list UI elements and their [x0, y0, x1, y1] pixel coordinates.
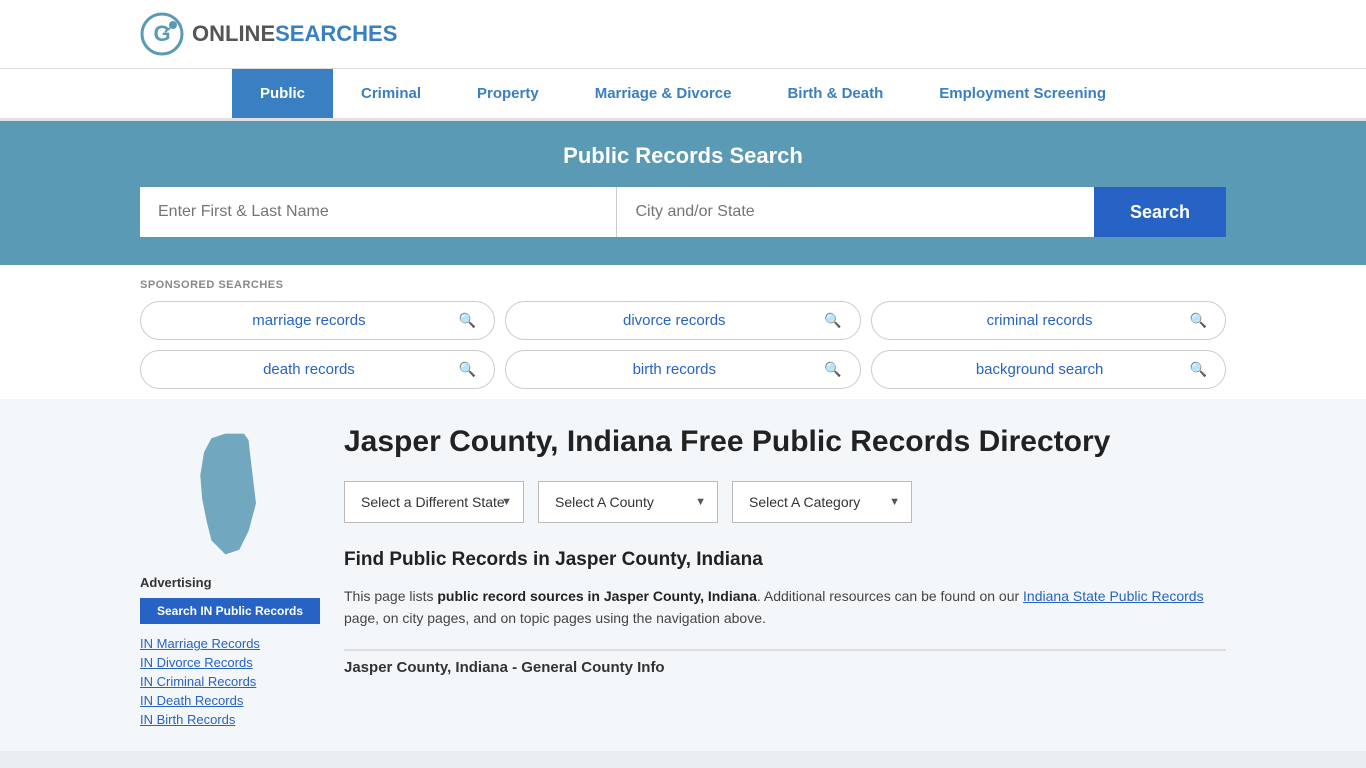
search-bar: Search [140, 187, 1226, 237]
find-title: Find Public Records in Jasper County, In… [344, 549, 1226, 571]
nav-marriage-divorce[interactable]: Marriage & Divorce [567, 69, 760, 118]
description-text: This page lists public record sources in… [344, 585, 1226, 630]
site-header: G ONLINESEARCHES [0, 0, 1366, 69]
logo-icon: G [140, 12, 184, 56]
indiana-link[interactable]: Indiana State Public Records [1023, 588, 1204, 604]
nav-birth-death[interactable]: Birth & Death [759, 69, 911, 118]
hero-section: Public Records Search Search [0, 121, 1366, 265]
sidebar-link-birth[interactable]: IN Birth Records [140, 712, 320, 727]
sidebar-link-death[interactable]: IN Death Records [140, 693, 320, 708]
main-content: Advertising Search IN Public Records IN … [0, 399, 1366, 751]
search-icon-2: 🔍 [824, 312, 841, 329]
search-button[interactable]: Search [1094, 187, 1226, 237]
content-panel: Jasper County, Indiana Free Public Recor… [344, 399, 1226, 751]
svg-text:G: G [153, 21, 170, 46]
logo[interactable]: G ONLINESEARCHES [140, 12, 397, 56]
sponsored-item-marriage[interactable]: marriage records 🔍 [140, 301, 495, 340]
category-select-wrapper: Select A Category [732, 481, 912, 523]
main-nav: Public Criminal Property Marriage & Divo… [0, 69, 1366, 121]
state-select-wrapper: Select a Different State [344, 481, 524, 523]
name-input[interactable] [140, 187, 617, 237]
nav-public[interactable]: Public [232, 69, 333, 118]
logo-text: ONLINESEARCHES [192, 21, 397, 47]
sidebar-link-criminal[interactable]: IN Criminal Records [140, 674, 320, 689]
sidebar-link-divorce[interactable]: IN Divorce Records [140, 655, 320, 670]
sponsored-item-divorce[interactable]: divorce records 🔍 [505, 301, 860, 340]
sponsored-section: SPONSORED SEARCHES marriage records 🔍 di… [0, 265, 1366, 399]
sidebar-link-marriage[interactable]: IN Marriage Records [140, 636, 320, 651]
search-icon-5: 🔍 [824, 361, 841, 378]
search-icon-1: 🔍 [459, 312, 476, 329]
search-icon-3: 🔍 [1190, 312, 1207, 329]
state-select[interactable]: Select a Different State [344, 481, 524, 523]
page-title: Jasper County, Indiana Free Public Recor… [344, 423, 1226, 461]
ad-label: Advertising [140, 575, 320, 590]
hero-title: Public Records Search [140, 143, 1226, 169]
section-divider: Jasper County, Indiana - General County … [344, 649, 1226, 677]
county-select-wrapper: Select A County [538, 481, 718, 523]
sponsored-item-death[interactable]: death records 🔍 [140, 350, 495, 389]
section-heading: Jasper County, Indiana - General County … [344, 659, 665, 676]
sponsored-grid: marriage records 🔍 divorce records 🔍 cri… [140, 301, 1226, 389]
search-icon-6: 🔍 [1190, 361, 1207, 378]
nav-criminal[interactable]: Criminal [333, 69, 449, 118]
ad-button[interactable]: Search IN Public Records [140, 598, 320, 624]
state-map-indiana [170, 429, 290, 559]
location-input[interactable] [617, 187, 1093, 237]
category-select[interactable]: Select A Category [732, 481, 912, 523]
nav-employment[interactable]: Employment Screening [911, 69, 1134, 118]
sponsored-item-criminal[interactable]: criminal records 🔍 [871, 301, 1226, 340]
sponsored-item-birth[interactable]: birth records 🔍 [505, 350, 860, 389]
sponsored-item-background[interactable]: background search 🔍 [871, 350, 1226, 389]
search-icon-4: 🔍 [459, 361, 476, 378]
nav-property[interactable]: Property [449, 69, 567, 118]
sidebar: Advertising Search IN Public Records IN … [140, 399, 320, 751]
selects-row: Select a Different State Select A County… [344, 481, 1226, 523]
sponsored-label: SPONSORED SEARCHES [140, 279, 1226, 291]
county-select[interactable]: Select A County [538, 481, 718, 523]
